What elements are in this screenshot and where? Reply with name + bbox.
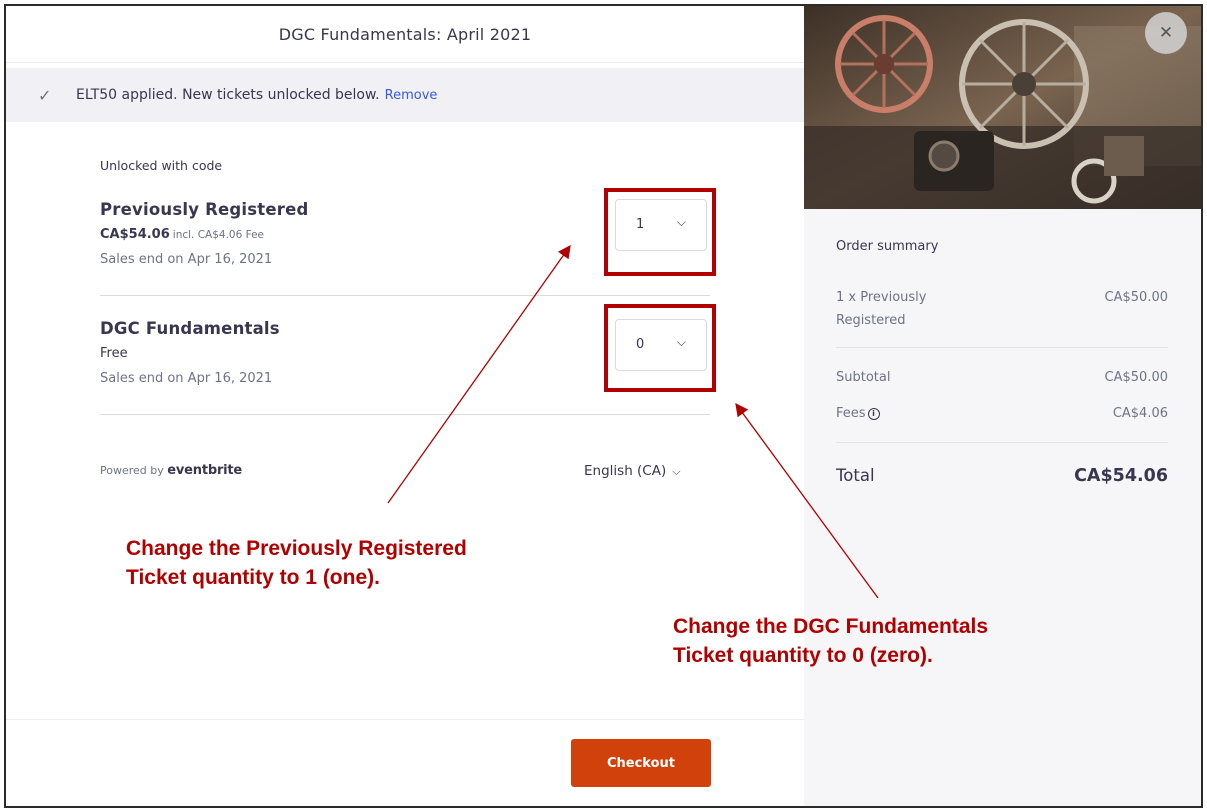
highlight-box [604, 188, 716, 276]
order-summary-title: Order summary [836, 239, 939, 254]
chevron-down-icon: ⌵ [672, 465, 681, 478]
line-item-label: 1 x Previously Registered [836, 290, 927, 328]
event-image [804, 6, 1201, 209]
subtotal-row: Subtotal CA$50.00 [836, 370, 1168, 385]
fees-amount: CA$4.06 [1112, 406, 1168, 421]
annotation-line: Change the DGC Fundamentals [673, 615, 989, 638]
language-label: English (CA) [584, 463, 667, 479]
divider [100, 414, 710, 415]
annotation-line: Ticket quantity to 1 (one). [126, 566, 380, 589]
divider [6, 719, 804, 720]
annotation-note-dgc-fundamentals: Change the DGC Fundamentals Ticket quant… [673, 612, 988, 670]
eventbrite-logo[interactable]: eventbrite [167, 463, 242, 478]
check-icon: ✓ [38, 85, 52, 105]
powered-by-label: Powered by [100, 464, 164, 477]
ticket-fee-note: incl. CA$4.06 Fee [172, 229, 265, 241]
subtotal-amount: CA$50.00 [1104, 370, 1168, 385]
fees-row: Fees i CA$4.06 [836, 406, 1168, 421]
info-icon[interactable]: i [867, 407, 880, 420]
section-label: Unlocked with code [100, 158, 223, 173]
powered-by: Powered by eventbrite [100, 463, 242, 478]
ticket-selection-panel: DGC Fundamentals: April 2021 ✓ ELT50 app… [6, 6, 804, 806]
promo-banner: ✓ ELT50 applied. New tickets unlocked be… [6, 68, 804, 122]
annotation-line: Ticket quantity to 0 (zero). [673, 644, 933, 667]
checkout-modal: DGC Fundamentals: April 2021 ✓ ELT50 app… [4, 4, 1203, 808]
divider [100, 295, 710, 296]
language-selector[interactable]: English (CA) ⌵ [584, 463, 681, 479]
divider [836, 347, 1168, 348]
fees-label: Fees [836, 406, 866, 421]
highlight-box [604, 304, 716, 392]
event-title: DGC Fundamentals: April 2021 [6, 6, 804, 63]
annotation-note-previously-registered: Change the Previously Registered Ticket … [126, 534, 467, 592]
total-label: Total [836, 466, 875, 485]
ticket-price-value: Free [100, 346, 128, 361]
order-line-item: 1 x Previously Registered CA$50.00 [836, 286, 1168, 332]
ticket-price-value: CA$54.06 [100, 227, 170, 242]
promo-message: ELT50 applied. New tickets unlocked belo… [76, 87, 380, 103]
total-amount: CA$54.06 [1074, 466, 1168, 486]
close-icon[interactable]: ✕ [1145, 12, 1187, 54]
checkout-button[interactable]: Checkout [571, 739, 711, 787]
line-item-amount: CA$50.00 [1104, 290, 1168, 305]
remove-promo-link[interactable]: Remove [385, 88, 438, 103]
total-row: Total CA$54.06 [836, 466, 1168, 486]
divider [836, 442, 1168, 443]
annotation-line: Change the Previously Registered [126, 537, 467, 560]
order-summary-panel: Order summary 1 x Previously Registered … [804, 6, 1201, 806]
film-projector-image [804, 6, 1201, 209]
subtotal-label: Subtotal [836, 370, 891, 385]
